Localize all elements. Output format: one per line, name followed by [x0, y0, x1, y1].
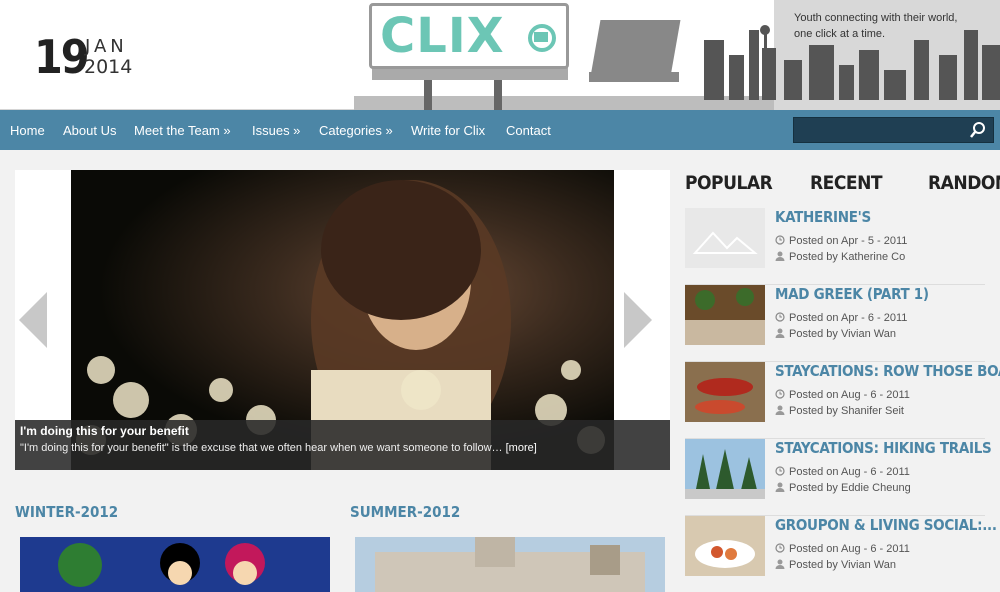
post-author-text: Posted by Eddie Cheung: [789, 482, 911, 494]
caption-text: "I'm doing this for your benefit" is the…: [20, 442, 665, 454]
post-title[interactable]: MAD GREEK (PART 1): [775, 285, 929, 303]
winter-issue-image[interactable]: [20, 537, 330, 592]
date-day: 19: [34, 30, 90, 84]
list-item: STAYCATIONS: HIKING TRAILS Posted on Aug…: [685, 439, 992, 516]
search-input[interactable]: [794, 118, 964, 142]
post-author-text: Posted by Katherine Co: [789, 251, 906, 263]
user-icon: [775, 405, 785, 415]
nav-item-team[interactable]: Meet the Team »: [134, 123, 231, 138]
featured-slider: I'm doing this for your benefit "I'm doi…: [15, 170, 670, 470]
list-item: MAD GREEK (PART 1) Posted on Apr - 6 - 2…: [685, 285, 985, 362]
post-title[interactable]: GROUPON & LIVING SOCIAL:...: [775, 516, 997, 534]
tagline-line2: one click at a time.: [794, 28, 886, 40]
user-icon: [775, 251, 785, 261]
date-month: JAN: [85, 36, 128, 57]
nav-item-home[interactable]: Home: [10, 123, 45, 138]
caption-title: I'm doing this for your benefit: [20, 424, 189, 438]
post-thumbnail[interactable]: [685, 285, 765, 345]
plug-icon: [528, 24, 556, 52]
clock-icon: [775, 312, 785, 322]
date-year: 2014: [84, 56, 133, 78]
tab-recent[interactable]: RECENT: [810, 172, 883, 194]
search-box: [793, 117, 994, 143]
post-title[interactable]: STAYCATIONS: ROW THOSE BOATS: [775, 362, 1000, 380]
tab-popular[interactable]: POPULAR: [685, 172, 773, 194]
post-date: Posted on Apr - 5 - 2011: [775, 235, 907, 247]
slide-caption: I'm doing this for your benefit "I'm doi…: [15, 420, 670, 470]
post-author: Posted by Vivian Wan: [775, 559, 896, 571]
slider-next-arrow-icon[interactable]: [620, 290, 660, 350]
post-thumbnail[interactable]: [685, 362, 765, 422]
site-logo[interactable]: CLIX: [380, 8, 505, 64]
tab-random[interactable]: RANDOM: [928, 172, 1000, 194]
nav-item-issues[interactable]: Issues »: [252, 123, 300, 138]
post-author-text: Posted by Vivian Wan: [789, 328, 897, 340]
post-thumbnail[interactable]: [685, 208, 765, 268]
post-thumbnail[interactable]: [685, 439, 765, 499]
list-item: GROUPON & LIVING SOCIAL:... Posted on Au…: [685, 516, 997, 592]
slider-prev-arrow-icon[interactable]: [15, 290, 55, 350]
site-header: 19 JAN 2014 CLIX Youth connecting with t…: [0, 0, 1000, 110]
post-date-text: Posted on Aug - 6 - 2011: [789, 466, 910, 478]
post-author: Posted by Vivian Wan: [775, 328, 896, 340]
nav-item-about[interactable]: About Us: [63, 123, 116, 138]
post-author-text: Posted by Shanifer Seit: [789, 405, 904, 417]
user-icon: [775, 559, 785, 569]
user-icon: [775, 328, 785, 338]
site-tagline: Youth connecting with their world, one c…: [794, 10, 994, 42]
clock-icon: [775, 235, 785, 245]
summer-issue-image[interactable]: [355, 537, 665, 592]
read-more-link[interactable]: [more]: [506, 442, 537, 454]
post-date-text: Posted on Apr - 5 - 2011: [789, 235, 908, 247]
post-thumbnail[interactable]: [685, 516, 765, 576]
header-banner: CLIX Youth connecting with their world, …: [354, 0, 1000, 110]
post-author-text: Posted by Vivian Wan: [789, 559, 897, 571]
list-item: STAYCATIONS: ROW THOSE BOATS Posted on A…: [685, 362, 1000, 439]
post-date: Posted on Aug - 6 - 2011: [775, 389, 910, 401]
search-icon[interactable]: [969, 121, 987, 139]
clock-icon: [775, 543, 785, 553]
clock-icon: [775, 466, 785, 476]
nav-item-contact[interactable]: Contact: [506, 123, 551, 138]
user-icon: [775, 482, 785, 492]
post-author: Posted by Shanifer Seit: [775, 405, 904, 417]
tagline-line1: Youth connecting with their world,: [794, 12, 958, 24]
post-author: Posted by Katherine Co: [775, 251, 905, 263]
post-date-text: Posted on Apr - 6 - 2011: [789, 312, 908, 324]
caption-excerpt: "I'm doing this for your benefit" is the…: [20, 442, 503, 454]
post-date: Posted on Apr - 6 - 2011: [775, 312, 907, 324]
list-item: KATHERINE'S Posted on Apr - 5 - 2011 Pos…: [685, 208, 985, 285]
post-title[interactable]: STAYCATIONS: HIKING TRAILS: [775, 439, 992, 457]
post-date-text: Posted on Aug - 6 - 2011: [789, 543, 910, 555]
clock-icon: [775, 389, 785, 399]
section-title-winter[interactable]: WINTER-2012: [15, 503, 118, 521]
nav-item-write[interactable]: Write for Clix: [411, 123, 485, 138]
post-date-text: Posted on Aug - 6 - 2011: [789, 389, 910, 401]
section-title-summer[interactable]: SUMMER-2012: [350, 503, 460, 521]
post-title[interactable]: KATHERINE'S: [775, 208, 871, 226]
logo-billboard[interactable]: CLIX: [369, 3, 569, 69]
post-date: Posted on Aug - 6 - 2011: [775, 543, 910, 555]
nav-item-categories[interactable]: Categories »: [319, 123, 393, 138]
post-date: Posted on Aug - 6 - 2011: [775, 466, 910, 478]
post-author: Posted by Eddie Cheung: [775, 482, 911, 494]
